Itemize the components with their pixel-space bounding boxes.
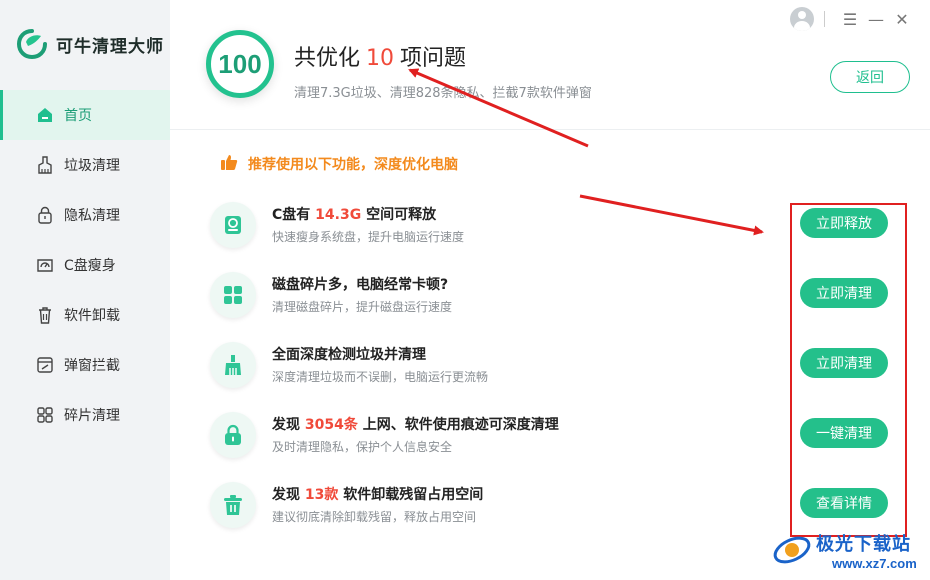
title-prefix: 共优化 <box>294 46 361 71</box>
item-title: 磁盘碎片多，电脑经常卡顿? <box>272 277 449 293</box>
recommend-banner: 推荐使用以下功能，深度优化电脑 <box>220 153 458 175</box>
lock-icon <box>36 206 54 224</box>
score-value: 100 <box>218 48 262 79</box>
disk-icon <box>210 202 256 248</box>
highlight-value: 14.3G <box>315 207 362 223</box>
back-button[interactable]: 返回 <box>830 61 910 93</box>
sidebar-nav: 首页 垃圾清理 隐私清理 C盘瘦身 软件卸载 弹窗拦截 碎片清理 <box>0 90 170 440</box>
popup-block-icon <box>36 356 54 374</box>
result-header: 100 共优化 10 项问题 清理7.3G垃圾、清理828条隐私、拦截7款软件弹窗 … <box>170 0 930 130</box>
sidebar-item-label: 垃圾清理 <box>64 158 120 174</box>
lock-icon <box>210 412 256 458</box>
title-suffix: 项问题 <box>400 46 467 71</box>
watermark-url: www.xz7.com <box>832 556 917 571</box>
item-title: 发现 13款 软件卸载残留占用空间 <box>272 487 484 503</box>
recommend-text: 推荐使用以下功能，深度优化电脑 <box>248 157 458 173</box>
watermark-text: 极光下载站 <box>816 534 911 554</box>
page-title: 共优化 10 项问题 <box>294 40 466 72</box>
broom-icon <box>36 156 54 174</box>
app-logo: 可牛清理大师 <box>16 28 164 60</box>
item-title: C盘有 14.3G 空间可释放 <box>272 207 437 223</box>
trash-icon <box>210 482 256 528</box>
disk-icon <box>36 256 54 274</box>
highlight-value: 13款 <box>304 487 339 503</box>
sidebar-item-label: 弹窗拦截 <box>64 358 120 374</box>
app-name: 可牛清理大师 <box>56 36 164 57</box>
sidebar-item-junk-clean[interactable]: 垃圾清理 <box>0 140 170 190</box>
sidebar-item-uninstall[interactable]: 软件卸载 <box>0 290 170 340</box>
sidebar-item-popup-block[interactable]: 弹窗拦截 <box>0 340 170 390</box>
sidebar-item-label: C盘瘦身 <box>64 258 116 274</box>
home-icon <box>36 106 54 124</box>
watermark: 极光下载站 www.xz7.com <box>772 528 922 576</box>
broom-icon <box>210 342 256 388</box>
item-desc: 清理磁盘碎片，提升磁盘运行速度 <box>272 300 453 314</box>
sidebar: 可牛清理大师 首页 垃圾清理 隐私清理 C盘瘦身 软件卸载 弹窗拦截 碎片清理 <box>0 0 170 580</box>
item-desc: 建议彻底清除卸载残留，释放占用空间 <box>272 510 477 524</box>
grid-icon <box>36 406 54 424</box>
watermark-logo-icon <box>773 536 811 564</box>
sidebar-item-home[interactable]: 首页 <box>0 90 170 140</box>
logo-icon <box>16 28 48 60</box>
issue-count: 10 <box>366 46 395 71</box>
item-desc: 及时清理隐私，保护个人信息安全 <box>272 440 453 454</box>
thumbs-up-icon <box>220 153 238 175</box>
item-desc: 快速瘦身系统盘，提升电脑运行速度 <box>272 230 465 244</box>
annotation-highlight-box <box>790 203 907 537</box>
sidebar-item-c-drive-slim[interactable]: C盘瘦身 <box>0 240 170 290</box>
item-desc: 深度清理垃圾而不误删，电脑运行更流畅 <box>272 370 489 384</box>
sidebar-item-label: 首页 <box>64 108 92 124</box>
sidebar-item-fragment-clean[interactable]: 碎片清理 <box>0 390 170 440</box>
result-summary: 清理7.3G垃圾、清理828条隐私、拦截7款软件弹窗 <box>294 86 592 101</box>
item-title: 发现 3054条 上网、软件使用痕迹可深度清理 <box>272 417 559 433</box>
sidebar-item-label: 隐私清理 <box>64 208 120 224</box>
grid-icon <box>210 272 256 318</box>
score-badge: 100 <box>206 30 274 98</box>
main-panel: ☰ — ✕ 100 共优化 10 项问题 清理7.3G垃圾、清理828条隐私、拦截7… <box>170 0 930 580</box>
sidebar-item-label: 碎片清理 <box>64 408 120 424</box>
sidebar-item-label: 软件卸载 <box>64 308 120 324</box>
item-title: 全面深度检测垃圾并清理 <box>272 347 426 363</box>
trash-icon <box>36 306 54 324</box>
sidebar-item-privacy-clean[interactable]: 隐私清理 <box>0 190 170 240</box>
highlight-value: 3054条 <box>304 417 358 433</box>
